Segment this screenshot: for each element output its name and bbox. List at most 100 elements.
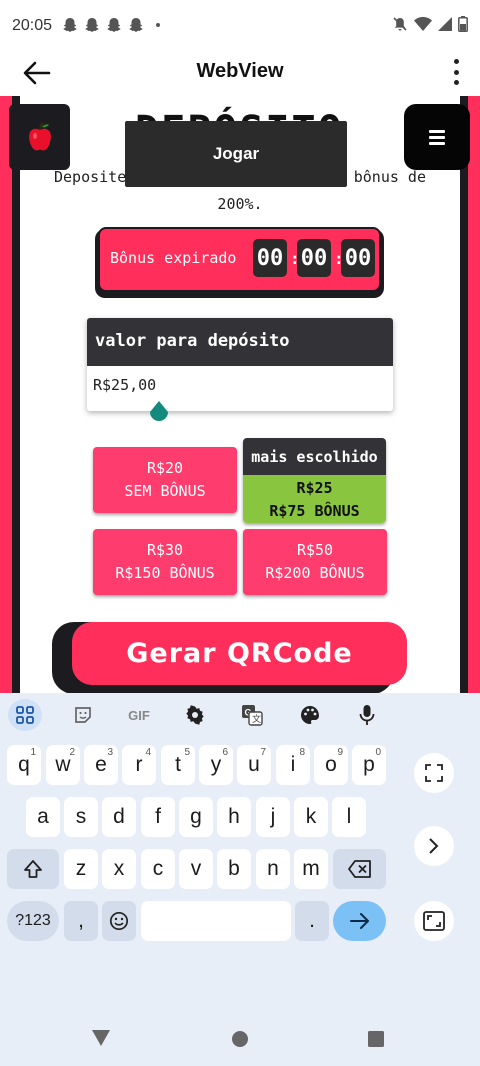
shift-icon (24, 860, 42, 878)
symbols-key[interactable]: ?123 (7, 901, 59, 941)
signal-icon (438, 17, 452, 31)
nav-back-icon[interactable] (91, 1029, 111, 1047)
timer-separator: : (334, 248, 344, 268)
hamburger-icon (429, 129, 445, 133)
soft-keyboard: GIF G文 q1 w2 e3 r4 t5 y6 u7 i8 o9 p0 a s (0, 693, 480, 1003)
deposit-card: valor para depósito R$25,00 (87, 318, 393, 411)
apple-logo-button[interactable] (9, 104, 70, 170)
battery-icon (458, 16, 468, 32)
option-amount: R$30 (146, 541, 184, 559)
emoji-key[interactable] (102, 901, 136, 941)
key-o[interactable]: o9 (314, 745, 348, 785)
sticker-icon[interactable] (66, 699, 100, 731)
option-amount: R$25 (296, 479, 333, 497)
key-r[interactable]: r4 (122, 745, 156, 785)
key-y[interactable]: y6 (199, 745, 233, 785)
translate-icon[interactable]: G文 (235, 699, 269, 731)
resize-icon (423, 911, 445, 931)
text-cursor-handle[interactable] (148, 401, 170, 425)
key-u[interactable]: u7 (237, 745, 271, 785)
option-bonus: R$75 BÔNUS (269, 502, 360, 520)
key-e[interactable]: e3 (84, 745, 118, 785)
period-key[interactable]: . (295, 901, 329, 941)
key-l[interactable]: l (332, 797, 366, 837)
option-r25-most-chosen[interactable]: mais escolhido R$25 R$75 BÔNUS (243, 438, 386, 523)
key-h[interactable]: h (217, 797, 251, 837)
deposit-header: valor para depósito (87, 318, 393, 366)
key-p[interactable]: p0 (352, 745, 386, 785)
gif-icon[interactable]: GIF (122, 699, 156, 731)
key-i[interactable]: i8 (276, 745, 310, 785)
enter-key[interactable] (333, 901, 386, 941)
shift-key[interactable] (7, 849, 59, 889)
webview-content: DEPÓSITO Depositebônus de 200%. Jogar Bô… (0, 96, 480, 693)
key-c[interactable]: c (141, 849, 175, 889)
microphone-icon[interactable] (350, 699, 384, 731)
option-amount: R$20 (146, 459, 184, 477)
key-f[interactable]: f (141, 797, 175, 837)
chevron-right-icon (429, 838, 439, 854)
snapchat-icon (63, 18, 77, 32)
backspace-key[interactable] (333, 849, 386, 889)
nav-recents-icon[interactable] (368, 1031, 384, 1047)
key-m[interactable]: m (294, 849, 328, 889)
key-n[interactable]: n (256, 849, 290, 889)
key-b[interactable]: b (217, 849, 251, 889)
jogar-button[interactable]: Jogar (125, 121, 347, 187)
key-d[interactable]: d (102, 797, 136, 837)
notification-icons (62, 17, 160, 33)
generate-qrcode-button[interactable]: Gerar QRCode (72, 622, 407, 685)
settings-icon[interactable] (178, 699, 212, 731)
apple-icon (28, 122, 51, 151)
notification-dot-icon (156, 23, 160, 27)
option-r20[interactable]: R$20 SEM BÔNUS (93, 447, 237, 513)
key-z[interactable]: z (64, 849, 98, 889)
app-bar-title: WebView (196, 60, 284, 82)
nav-home-icon[interactable] (231, 1030, 249, 1048)
key-a[interactable]: a (26, 797, 60, 837)
option-bonus: R$200 BÔNUS (265, 564, 365, 582)
snapchat-icon (85, 18, 99, 32)
palette-icon[interactable] (293, 699, 327, 731)
key-q[interactable]: q1 (7, 745, 41, 785)
arrow-right-icon (349, 913, 369, 929)
more-vert-icon[interactable] (446, 56, 466, 88)
apps-grid-icon[interactable] (8, 699, 42, 731)
countdown-timer: 00 : 00 : 00 (253, 239, 375, 277)
key-x[interactable]: x (102, 849, 136, 889)
expand-keyboard-button[interactable] (414, 753, 454, 793)
key-k[interactable]: k (294, 797, 328, 837)
key-g[interactable]: g (179, 797, 213, 837)
option-r25-body: R$25 R$75 BÔNUS (243, 475, 386, 523)
option-bonus: R$150 BÔNUS (115, 564, 215, 582)
resize-keyboard-button[interactable] (414, 901, 454, 941)
snapchat-icon (129, 18, 143, 32)
expand-icon (425, 764, 443, 782)
timer-seconds: 00 (341, 239, 375, 277)
screen: 20:05 WebView DEPÓSITO Depositebônus de (0, 0, 480, 1066)
bonus-label: Bônus expirado (110, 249, 237, 267)
comma-key[interactable]: , (64, 901, 98, 941)
option-r50[interactable]: R$50 R$200 BÔNUS (243, 529, 387, 595)
key-w[interactable]: w2 (46, 745, 80, 785)
hamburger-menu-button[interactable] (404, 104, 470, 170)
key-s[interactable]: s (64, 797, 98, 837)
option-bonus: SEM BÔNUS (124, 482, 206, 500)
mute-icon (393, 17, 407, 31)
app-bar: WebView (0, 48, 480, 96)
next-suggestion-button[interactable] (414, 826, 454, 866)
option-r30[interactable]: R$30 R$150 BÔNUS (93, 529, 237, 595)
status-time: 20:05 (12, 17, 53, 34)
timer-separator: : (290, 248, 300, 268)
status-bar: 20:05 (0, 0, 480, 48)
system-icons (392, 16, 468, 32)
key-t[interactable]: t5 (161, 745, 195, 785)
key-j[interactable]: j (256, 797, 290, 837)
timer-minutes: 00 (297, 239, 331, 277)
deposit-amount-input[interactable]: R$25,00 (93, 376, 156, 394)
space-key[interactable] (141, 901, 291, 941)
keyboard-toolbar: GIF G文 (0, 693, 480, 737)
most-chosen-badge: mais escolhido (243, 438, 386, 475)
backspace-icon (347, 860, 371, 878)
key-v[interactable]: v (179, 849, 213, 889)
